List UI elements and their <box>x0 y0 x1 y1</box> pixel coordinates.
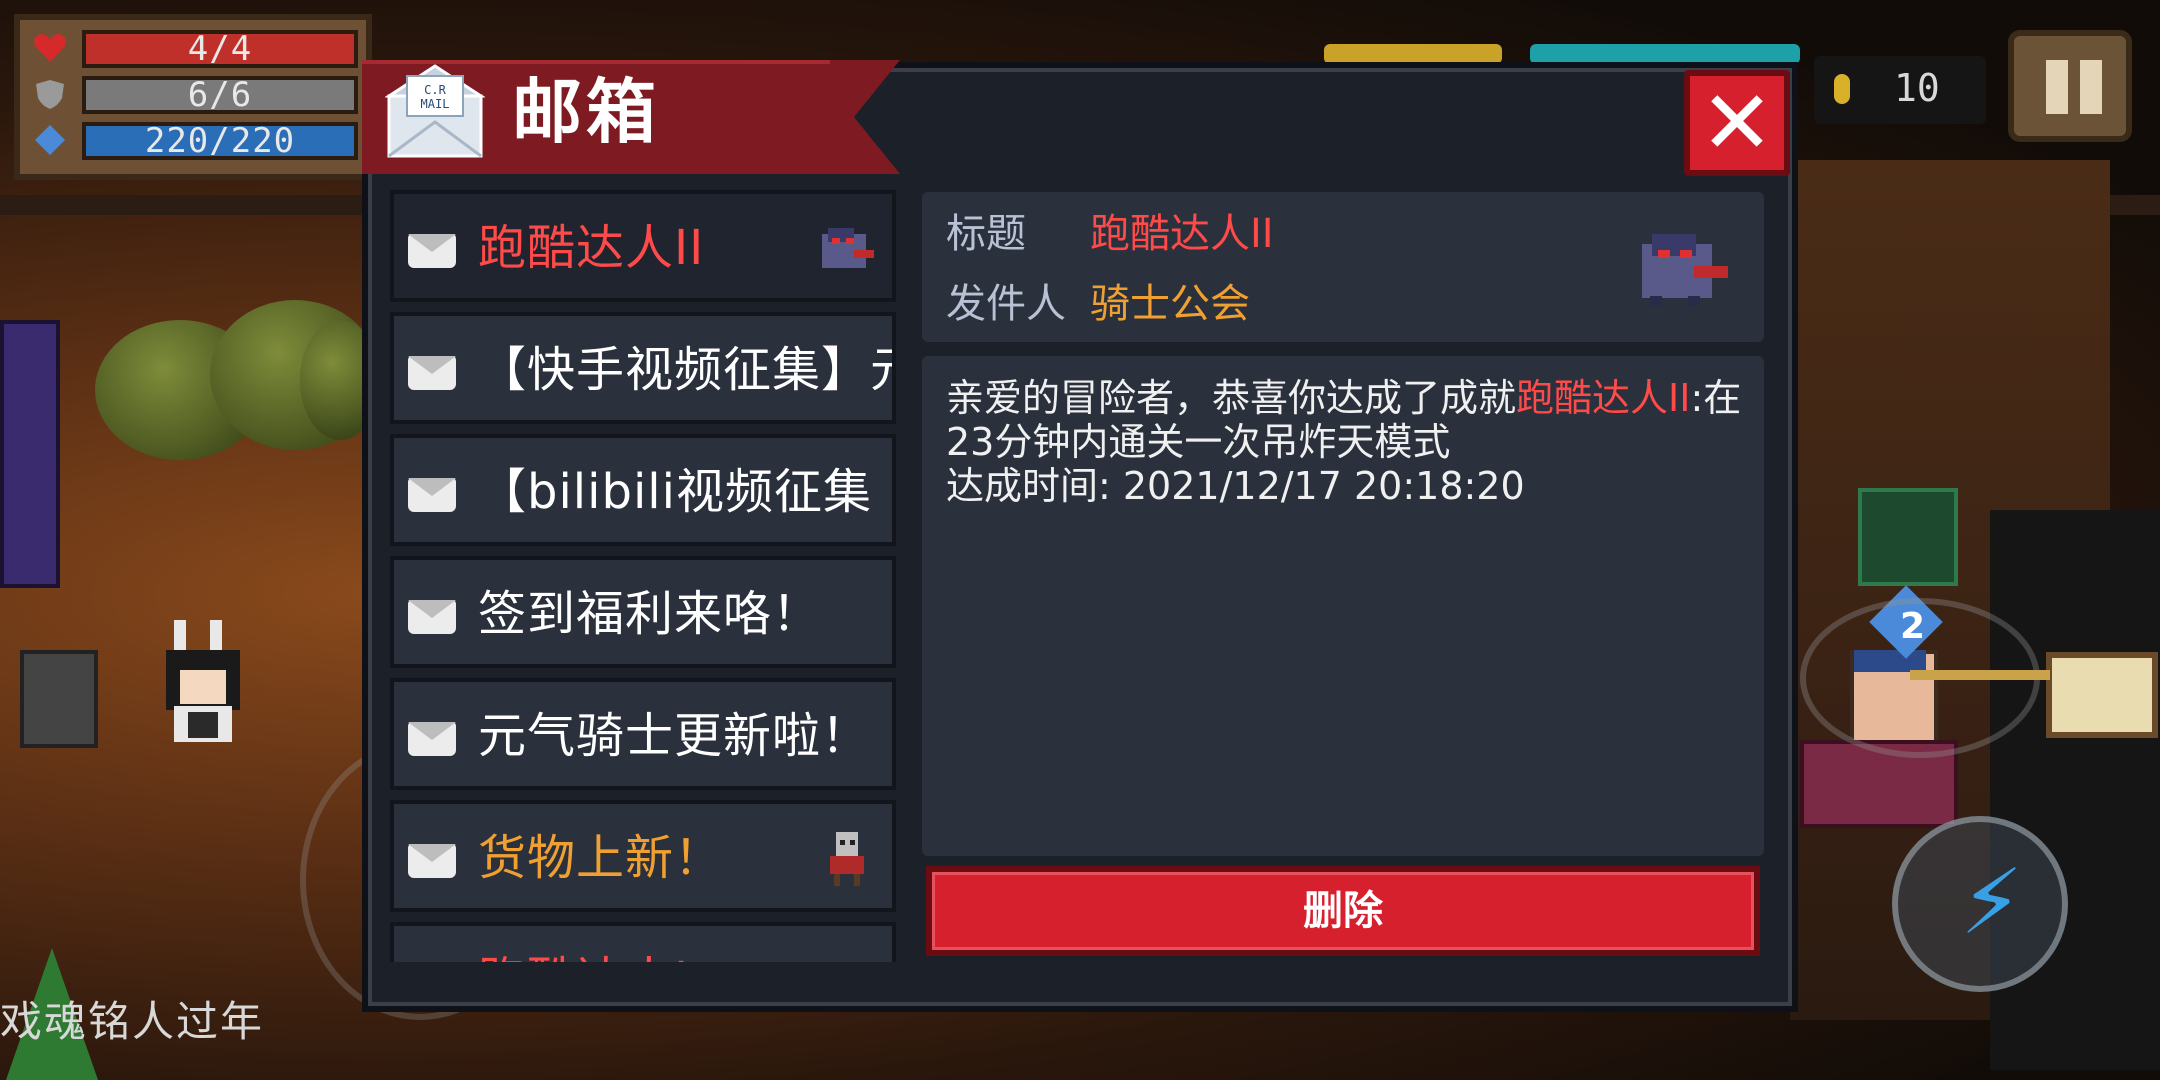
body-prefix: 亲爱的冒险者，恭喜你达成了成就 <box>946 376 1517 420</box>
delete-label: 删除 <box>1303 888 1383 934</box>
title-value: 跑酷达人II <box>1090 211 1274 257</box>
player-character <box>160 620 250 750</box>
pause-icon <box>2080 60 2102 114</box>
close-icon: ✕ <box>1700 71 1774 174</box>
mail-envelope-icon: C.R MAIL <box>385 64 485 158</box>
heart-icon <box>34 34 66 62</box>
sender-label: 发件人 <box>946 281 1066 327</box>
coin-counter: 10 <box>1814 56 1986 124</box>
pause-icon <box>2046 60 2068 114</box>
mail-item-title: 货物上新！ <box>478 830 724 886</box>
arcade-machine <box>0 320 60 588</box>
mailbox-title: 邮箱 <box>512 71 660 153</box>
buff-strip <box>1530 44 1800 64</box>
mail-item-3[interactable]: 签到福利来咯！ <box>390 556 896 668</box>
envelope-icon <box>408 722 456 756</box>
mail-item-6[interactable]: 跑酷达人I <box>390 922 896 962</box>
body-highlight: 跑酷达人II <box>1516 376 1691 420</box>
sender-value: 骑士公会 <box>1090 281 1250 327</box>
svg-text:C.R: C.R <box>424 83 446 97</box>
mail-item-5[interactable]: 货物上新！ <box>390 800 896 912</box>
svg-text:MAIL: MAIL <box>421 97 450 111</box>
energy-bar: 220/220 <box>82 122 358 160</box>
mail-item-title: 跑酷达人II <box>478 220 705 276</box>
envelope-icon <box>408 478 456 512</box>
table-object <box>20 650 98 748</box>
mail-item-4[interactable]: 元气骑士更新啦！ <box>390 678 896 790</box>
mail-item-1[interactable]: 【快手视频征集】元 <box>390 312 896 424</box>
mail-item-2[interactable]: 【bilibili视频征集 <box>390 434 896 546</box>
header-banner-tail <box>830 60 900 174</box>
mail-item-0[interactable]: 跑酷达人II <box>390 190 896 302</box>
green-crate <box>1858 488 1958 586</box>
mail-item-title: 【bilibili视频征集 <box>478 464 872 520</box>
achievement-time: 达成时间: 2021/12/17 20:18:20 <box>946 464 1525 508</box>
armor-bar: 6/6 <box>82 76 358 114</box>
creature-icon <box>822 228 874 268</box>
coin-icon <box>1834 74 1850 104</box>
hp-bar: 4/4 <box>82 30 358 68</box>
envelope-icon <box>408 234 456 268</box>
mail-item-title: 【快手视频征集】元 <box>478 342 896 398</box>
coin-count: 10 <box>1894 66 1940 110</box>
shield-icon <box>36 80 64 109</box>
close-button[interactable]: ✕ <box>1684 70 1790 176</box>
dark-corridor <box>1990 510 2160 1070</box>
envelope-icon <box>408 600 456 634</box>
diamond-icon <box>35 125 65 155</box>
creature-icon <box>1642 234 1728 306</box>
mail-item-title: 签到福利来咯！ <box>478 586 822 642</box>
mail-detail-body: 亲爱的冒险者，恭喜你达成了成就跑酷达人II:在23分钟内通关一次吊炸天模式 达成时… <box>922 356 1764 856</box>
delete-button[interactable]: 删除 <box>926 866 1760 956</box>
envelope-icon <box>408 356 456 390</box>
weapon-staff <box>1910 670 2050 680</box>
pause-button[interactable] <box>2008 30 2132 142</box>
envelope-icon <box>408 844 456 878</box>
merchant-icon <box>830 832 864 886</box>
notice-board <box>2046 652 2158 738</box>
mail-content: 亲爱的冒险者，恭喜你达成了成就跑酷达人II:在23分钟内通关一次吊炸天模式 达成时… <box>946 376 1746 508</box>
title-label: 标题 <box>946 211 1026 257</box>
scene-caption: 戏魂铭人过年 <box>0 997 265 1046</box>
buff-strip <box>1324 44 1502 64</box>
mail-item-title: 元气骑士更新啦！ <box>478 708 871 764</box>
mail-item-title: 跑酷达人I <box>478 952 689 962</box>
skill-button[interactable]: ⚡ <box>1892 816 2068 992</box>
mail-list[interactable]: 跑酷达人II 【快手视频征集】元 【bilibili视频征集 签到福利来咯！ 元… <box>390 190 898 962</box>
lightning-icon: ⚡ <box>1960 850 2024 955</box>
